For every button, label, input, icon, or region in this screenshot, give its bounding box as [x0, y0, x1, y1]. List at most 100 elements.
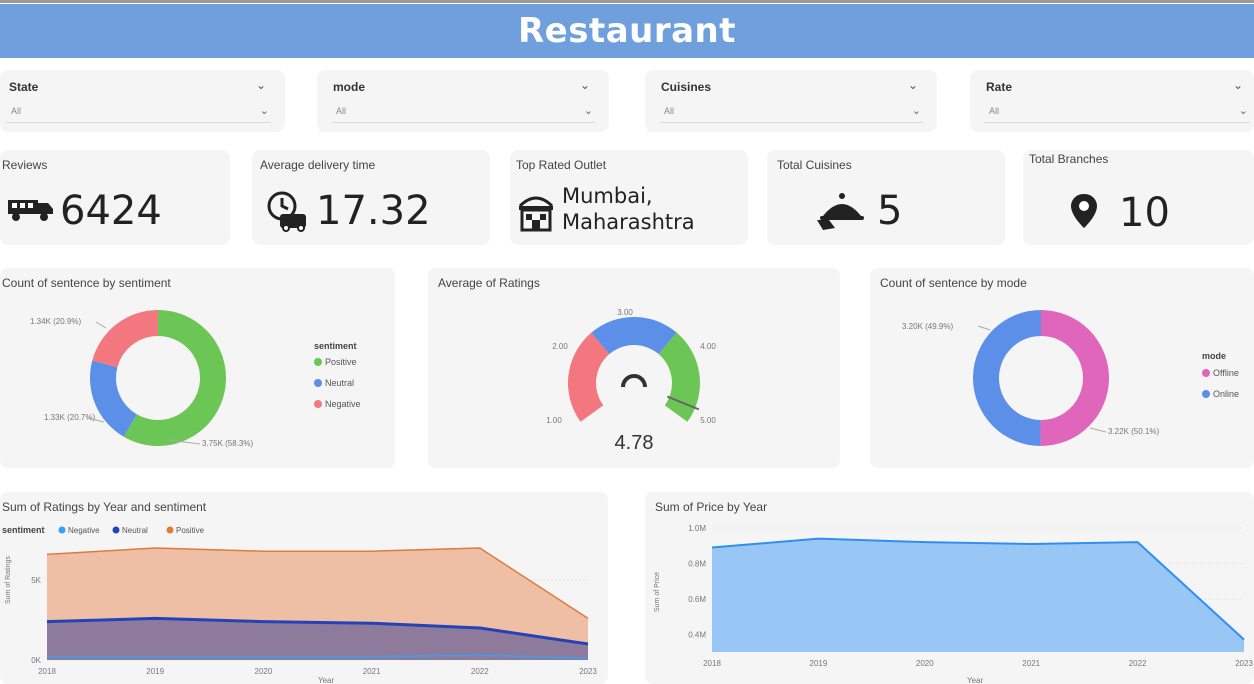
legend-marker — [314, 400, 322, 408]
mode-donut-chart[interactable]: mode 3.22K (50.1%) 3.20K (49.9%) Offline On… — [870, 268, 1254, 468]
donut-data-label: 1.34K (20.9%) — [30, 317, 81, 326]
y-tick-label: 0.4M — [688, 630, 706, 639]
chart-card-mode-donut: Count of sentence by mode mode 3.22K (50… — [870, 268, 1254, 468]
y-tick-label: 1.0M — [688, 524, 706, 533]
kpi-title: Total Branches — [1029, 152, 1109, 166]
legend-item-positive: Positive — [325, 357, 357, 367]
legend-item-online: Online — [1213, 389, 1239, 399]
legend-marker — [1202, 390, 1210, 398]
sentiment-donut-chart[interactable]: sentiment 3.75K (58.3%) 1.33K (20.7%) 1.34… — [0, 268, 395, 468]
y-axis-label: Sum of Ratings — [5, 556, 12, 604]
slicer-value: All — [989, 106, 1000, 116]
slicer-value: All — [664, 106, 675, 116]
legend-item-negative: Negative — [68, 526, 100, 535]
chart-card-ratings-gauge: Average of Ratings 4.78 1.00 2.00 3.00 4.00… — [428, 268, 840, 468]
kpi-title: Average delivery time — [260, 158, 376, 172]
legend-marker — [166, 526, 174, 534]
slicer-dropdown-rate[interactable]: All ⌄ — [984, 102, 1250, 123]
window-top-border — [0, 0, 1254, 3]
x-tick-label: 2019 — [810, 659, 828, 668]
report-header: Restaurant — [0, 4, 1254, 58]
kpi-value: 10 — [1119, 190, 1170, 236]
gauge-tick-label: 3.00 — [617, 308, 633, 317]
gauge-center-icon — [621, 374, 647, 388]
legend-marker — [112, 526, 120, 534]
slicer-label: mode — [333, 80, 366, 94]
slicer-dropdown-cuisines[interactable]: All ⌄ — [659, 102, 923, 123]
legend-item-positive: Positive — [176, 526, 205, 535]
x-tick-label: 2023 — [1235, 659, 1253, 668]
x-tick-label: 2021 — [363, 667, 381, 676]
legend-title: mode — [1202, 351, 1226, 361]
y-tick-label: 0.6M — [688, 595, 706, 604]
kpi-card-total-branches: Total Branches 10 — [1023, 150, 1254, 245]
slicer-label: State — [9, 80, 39, 94]
legend-item-neutral: Neutral — [325, 378, 354, 388]
chevron-down-icon[interactable]: ⌄ — [580, 78, 590, 92]
ratings-area-chart[interactable]: sentiment Sum of Ratings Year 0K 5K 2018 20… — [0, 492, 608, 684]
donut-slice-offline[interactable] — [1040, 310, 1109, 446]
x-tick-label: 2018 — [38, 667, 56, 676]
food-cloche-icon — [817, 193, 864, 230]
slicer-state[interactable]: State ⌄ All ⌄ — [0, 70, 285, 132]
chevron-down-icon[interactable]: ⌄ — [1239, 104, 1248, 117]
slicer-cuisines[interactable]: Cuisines ⌄ All ⌄ — [645, 70, 937, 132]
x-axis-label: Year — [318, 676, 335, 684]
ratings-gauge-chart[interactable]: 4.78 1.00 2.00 3.00 4.00 5.00 — [428, 268, 840, 468]
kpi-title: Reviews — [2, 158, 48, 172]
y-axis-label: Sum of Price — [654, 572, 661, 612]
x-tick-label: 2023 — [579, 667, 597, 676]
x-tick-label: 2021 — [1022, 659, 1040, 668]
legend-marker — [1202, 369, 1210, 377]
kpi-value: 5 — [877, 188, 903, 234]
kpi-value-line2: Maharashtra — [562, 210, 695, 234]
gauge-tick-label: 4.00 — [700, 342, 716, 351]
legend-marker — [314, 379, 322, 387]
chevron-down-icon[interactable]: ⌄ — [260, 104, 269, 117]
kpi-value: 6424 — [60, 188, 162, 234]
x-tick-label: 2022 — [471, 667, 489, 676]
chevron-down-icon[interactable]: ⌄ — [1233, 78, 1243, 92]
x-tick-label: 2019 — [146, 667, 164, 676]
x-tick-label: 2020 — [916, 659, 934, 668]
chart-card-price-area: Sum of Price by Year Sum of Price Year 0… — [645, 492, 1254, 684]
chevron-down-icon[interactable]: ⌄ — [908, 78, 918, 92]
slicer-dropdown-mode[interactable]: All ⌄ — [331, 102, 595, 123]
legend-item-negative: Negative — [325, 399, 361, 409]
x-tick-label: 2018 — [703, 659, 721, 668]
kpi-title: Top Rated Outlet — [516, 158, 607, 172]
price-area-chart[interactable]: Sum of Price Year 0.4M 0.6M 0.8M 1.0M 2018 20… — [645, 492, 1254, 684]
y-tick-label: 0K — [31, 656, 41, 665]
kpi-value: 17.32 — [316, 188, 431, 234]
legend-item-offline: Offline — [1213, 368, 1239, 378]
chevron-down-icon[interactable]: ⌄ — [584, 104, 593, 117]
donut-slice-online[interactable] — [972, 310, 1041, 446]
y-tick-label: 0.8M — [688, 559, 706, 568]
slicer-mode[interactable]: mode ⌄ All ⌄ — [317, 70, 609, 132]
donut-slice-negative[interactable] — [92, 310, 158, 368]
delivery-truck-icon — [8, 200, 53, 221]
kpi-card-delivery-time: Average delivery time 17.32 — [252, 150, 490, 245]
slicer-value: All — [336, 106, 347, 116]
slicer-rate[interactable]: Rate ⌄ All ⌄ — [970, 70, 1254, 132]
chevron-down-icon[interactable]: ⌄ — [256, 78, 266, 92]
location-pin-icon — [1071, 194, 1097, 228]
kpi-value-line1: Mumbai, — [562, 184, 653, 208]
donut-slice-neutral[interactable] — [90, 360, 137, 437]
chevron-down-icon[interactable]: ⌄ — [912, 104, 921, 117]
legend-marker — [58, 526, 66, 534]
area-fill-series — [712, 538, 1244, 652]
kpi-card-top-outlet: Top Rated Outlet Mumbai, Maharashtra — [510, 150, 748, 245]
donut-data-label: 3.20K (49.9%) — [902, 322, 953, 331]
legend-item-neutral: Neutral — [122, 526, 148, 535]
kpi-card-reviews: Reviews 6424 — [0, 150, 230, 245]
page-title: Restaurant — [517, 11, 737, 51]
leader-line — [1089, 427, 1107, 433]
y-tick-label: 5K — [31, 576, 41, 585]
delivery-clock-icon — [267, 191, 306, 232]
slicer-dropdown-state[interactable]: All ⌄ — [6, 102, 271, 123]
restaurant-building-icon — [518, 196, 554, 232]
x-tick-label: 2020 — [255, 667, 273, 676]
slicer-label: Cuisines — [661, 80, 712, 94]
kpi-title: Total Cuisines — [777, 158, 852, 172]
